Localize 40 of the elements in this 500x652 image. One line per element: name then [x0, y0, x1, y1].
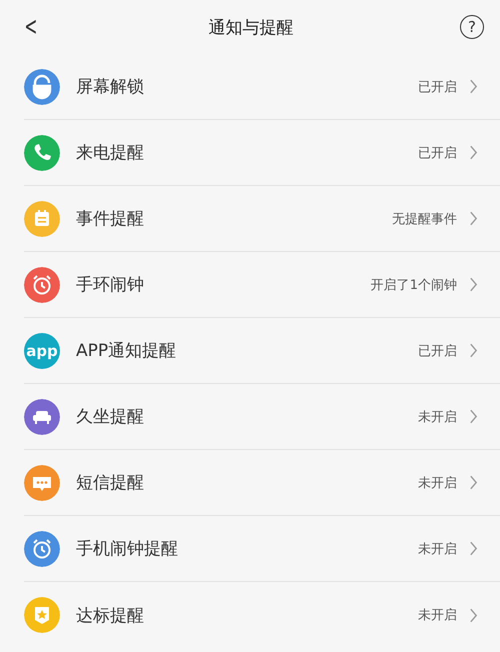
status-text: 已开启: [418, 78, 457, 96]
status-text: 未开启: [418, 408, 457, 426]
page-title: 通知与提醒: [208, 16, 294, 38]
chevron-right-icon: [469, 343, 478, 358]
chevron-right-icon: [469, 541, 478, 556]
status-text: 未开启: [418, 474, 457, 492]
app-icon: app: [24, 332, 60, 368]
settings-row[interactable]: app APP通知提醒 已开启: [24, 318, 500, 384]
settings-row[interactable]: 手机闹钟提醒 未开启: [24, 516, 500, 582]
status-text: 未开启: [418, 607, 457, 624]
row-label: APP通知提醒: [76, 340, 178, 362]
status-text: 未开启: [418, 540, 457, 558]
row-label: 手机闹钟提醒: [76, 538, 179, 560]
settings-row[interactable]: 来电提醒 已开启: [24, 120, 500, 186]
row-label: 来电提醒: [76, 142, 145, 164]
chevron-right-icon: [469, 409, 478, 424]
row-label: 屏幕解锁: [76, 76, 145, 98]
help-button[interactable]: ?: [460, 15, 484, 39]
chevron-right-icon: [469, 277, 478, 292]
status-text: 已开启: [418, 342, 457, 360]
row-label: 事件提醒: [76, 208, 145, 230]
chevron-right-icon: [469, 211, 478, 226]
row-label: 久坐提醒: [76, 406, 145, 428]
settings-row[interactable]: 短信提醒 未开启: [24, 450, 500, 516]
back-button[interactable]: <: [24, 12, 38, 42]
settings-row[interactable]: 手环闹钟 开启了1个闹钟: [24, 252, 500, 318]
status-text: 无提醒事件: [392, 210, 457, 228]
status-text: 开启了1个闹钟: [370, 276, 457, 294]
chevron-right-icon: [469, 608, 478, 622]
chevron-right-icon: [469, 475, 478, 490]
status-text: 已开启: [418, 144, 457, 162]
row-label: 达标提醒: [76, 604, 145, 626]
settings-row[interactable]: 事件提醒 无提醒事件: [24, 186, 500, 252]
row-label: 短信提醒: [76, 472, 145, 494]
settings-row[interactable]: 达标提醒 未开启: [24, 582, 500, 648]
row-label: 手环闹钟: [76, 274, 145, 296]
settings-row[interactable]: 久坐提醒 未开启: [24, 384, 500, 450]
chevron-right-icon: [469, 145, 478, 160]
chevron-right-icon: [469, 79, 478, 94]
settings-row[interactable]: 屏幕解锁 已开启: [24, 54, 500, 120]
